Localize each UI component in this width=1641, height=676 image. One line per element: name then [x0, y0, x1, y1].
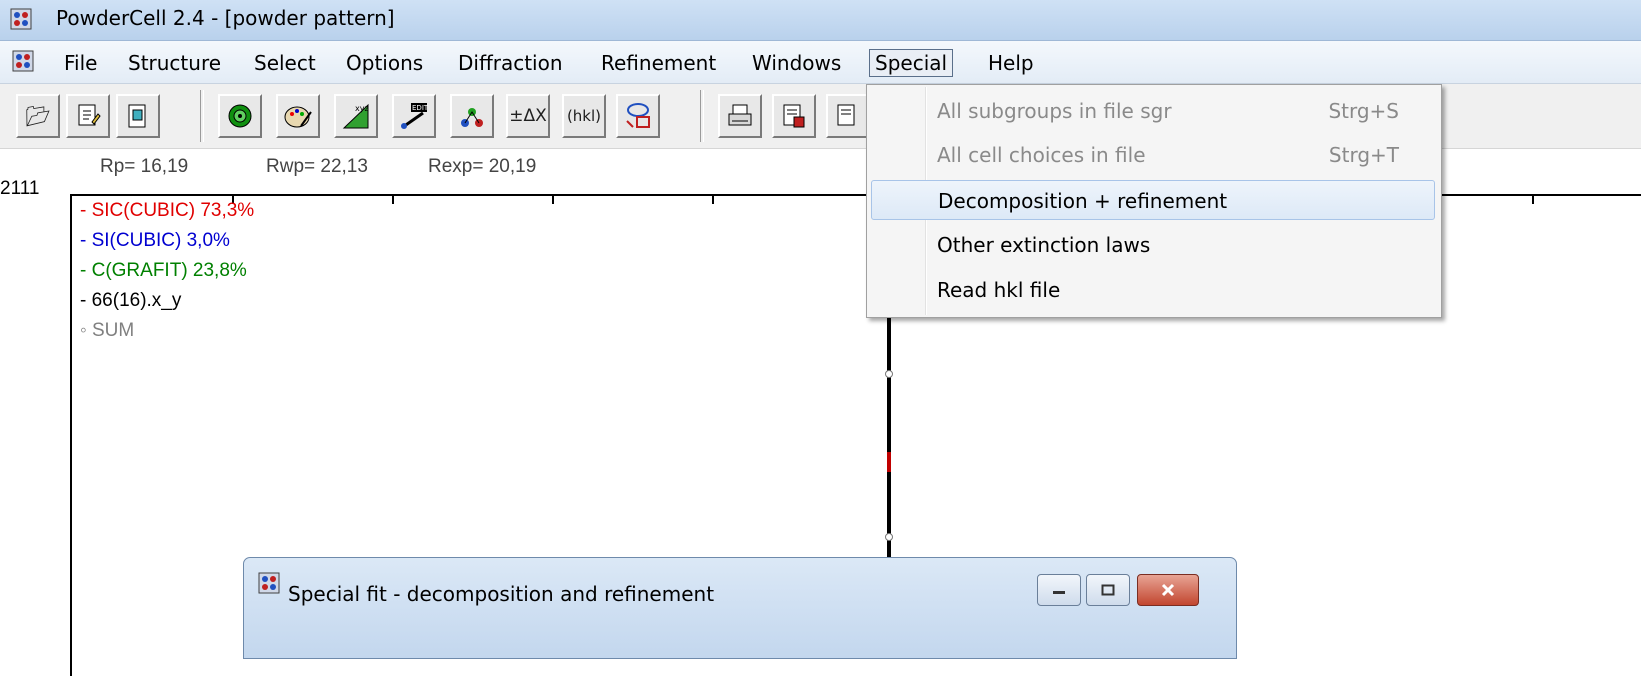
menu-item-label: Read hkl file [937, 278, 1061, 302]
palette-button[interactable] [276, 94, 320, 138]
document-icon[interactable] [12, 50, 34, 72]
open-button[interactable]: 📂︎ [16, 94, 60, 138]
menu-bar: File Structure Select Options Diffractio… [0, 41, 1641, 84]
toolbar-separator [200, 90, 204, 142]
cell-button[interactable] [116, 94, 160, 138]
cell-icon [128, 104, 146, 128]
menu-refinement[interactable]: Refinement [597, 49, 720, 77]
transform-button[interactable] [616, 94, 660, 138]
open-icon: 📂︎ [25, 104, 51, 128]
save-icon [783, 104, 805, 128]
xyz-icon: xyz [342, 103, 369, 129]
menu-special[interactable]: Special [869, 49, 954, 77]
menu-item-all-subgroups[interactable]: All subgroups in file sgr Strg+S [871, 91, 1435, 131]
close-button[interactable] [1137, 574, 1199, 606]
sphere-icon [228, 104, 252, 128]
export-icon [837, 104, 855, 126]
svg-text:xyz: xyz [355, 104, 369, 113]
menu-item-label: All cell choices in file [937, 143, 1146, 167]
menu-select[interactable]: Select [250, 49, 320, 77]
menu-item-other-extinction-laws[interactable]: Other extinction laws [871, 225, 1435, 265]
title-bar: PowderCell 2.4 - [powder pattern] [0, 0, 1641, 41]
minimize-button[interactable] [1037, 574, 1081, 606]
legend-si-cubic: - SI(CUBIC) 3,0% [80, 230, 230, 251]
edit-structure-icon [78, 104, 101, 126]
rp-value: Rp= 16,19 [100, 156, 189, 177]
menu-diffraction[interactable]: Diffraction [454, 49, 567, 77]
transform-icon [626, 103, 650, 128]
svg-text:EDIT: EDIT [412, 104, 429, 112]
export-button[interactable] [826, 94, 870, 138]
maximize-button[interactable] [1086, 574, 1130, 606]
edit-structure-button[interactable] [66, 94, 110, 138]
menu-item-label: Decomposition + refinement [938, 189, 1228, 213]
menu-item-label: Other extinction laws [937, 233, 1151, 257]
axis-tick [712, 194, 714, 204]
menu-file[interactable]: File [60, 49, 101, 77]
diffraction-peak-sic [887, 452, 891, 472]
save-button[interactable] [772, 94, 816, 138]
legend-sic-cubic: - SIC(CUBIC) 73,3% [80, 200, 255, 221]
rwp-value: Rwp= 22,13 [266, 156, 368, 177]
sphere-button[interactable] [218, 94, 262, 138]
menu-windows[interactable]: Windows [748, 49, 845, 77]
menu-help[interactable]: Help [984, 49, 1038, 77]
maximize-icon [1101, 584, 1115, 596]
hkl-icon: (hkl) [566, 107, 602, 125]
print-button[interactable] [718, 94, 762, 138]
close-icon [1161, 583, 1175, 597]
rexp-value: Rexp= 20,19 [428, 156, 537, 177]
special-menu-dropdown: All subgroups in file sgr Strg+S All cel… [866, 84, 1442, 318]
axis-tick [1532, 194, 1534, 204]
app-icon [10, 8, 32, 30]
legend-sum: ◦ SUM [80, 320, 135, 341]
special-fit-dialog[interactable]: Special fit - decomposition and refineme… [243, 557, 1237, 659]
menu-item-read-hkl-file[interactable]: Read hkl file [871, 270, 1435, 310]
minimize-icon [1053, 591, 1065, 594]
menu-structure[interactable]: Structure [124, 49, 225, 77]
menu-item-shortcut: Strg+T [1328, 143, 1399, 167]
menu-item-label: All subgroups in file sgr [937, 99, 1172, 123]
rotate-icon [461, 108, 483, 127]
axis-tick [392, 194, 394, 204]
toolbar-separator [700, 90, 704, 142]
sum-point [885, 533, 893, 541]
sum-point [885, 370, 893, 378]
legend-measured-data: - 66(16).x_y [80, 290, 182, 311]
menu-options[interactable]: Options [342, 49, 427, 77]
axis-tick [552, 194, 554, 204]
rotate-button[interactable] [450, 94, 494, 138]
hkl-button[interactable]: (hkl) [562, 94, 606, 138]
dialog-title: Special fit - decomposition and refineme… [288, 582, 715, 606]
y-axis-max-label: 2111 [0, 178, 40, 199]
palette-icon [284, 106, 312, 128]
menu-item-all-cell-choices[interactable]: All cell choices in file Strg+T [871, 135, 1435, 175]
window-title: PowderCell 2.4 - [powder pattern] [56, 6, 395, 30]
print-icon [728, 104, 752, 126]
delta-button[interactable]: ±ΔX [506, 94, 550, 138]
menu-item-decomposition-refinement[interactable]: Decomposition + refinement [871, 180, 1435, 220]
edit-button[interactable]: EDIT [392, 94, 436, 138]
menu-item-shortcut: Strg+S [1328, 99, 1399, 123]
edit-icon: EDIT [401, 103, 429, 129]
legend-c-grafit: - C(GRAFIT) 23,8% [80, 260, 247, 281]
xyz-button[interactable]: xyz [334, 94, 378, 138]
delta-icon: ±ΔX [509, 106, 547, 126]
app-icon [258, 572, 280, 594]
